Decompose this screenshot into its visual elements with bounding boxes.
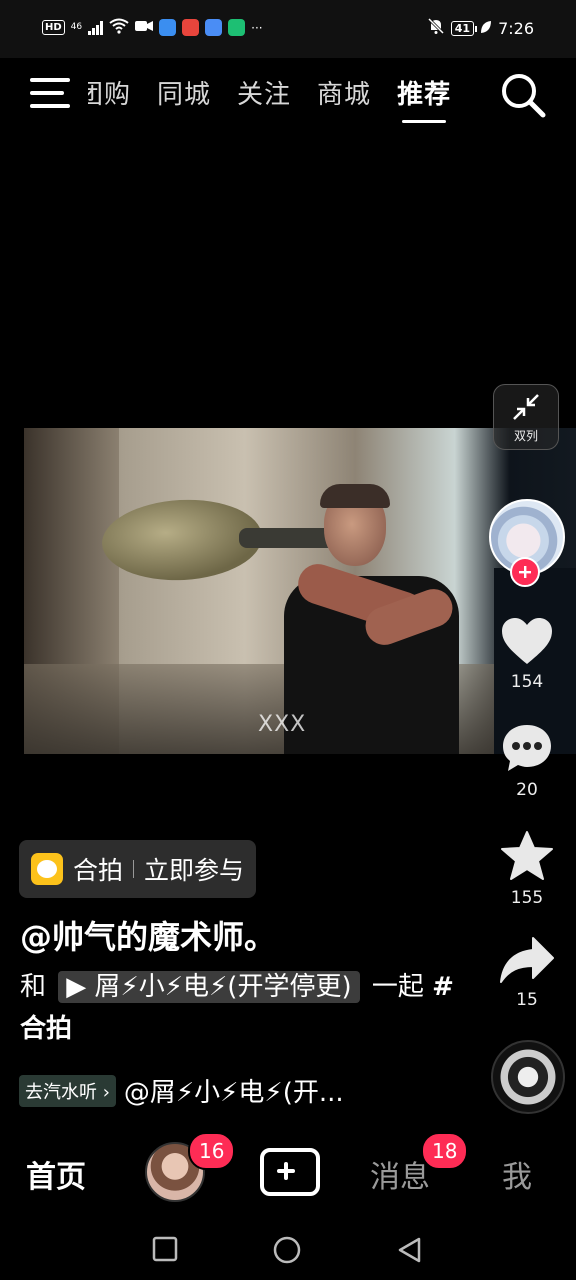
nav-me[interactable]: 我 [502, 1152, 532, 1196]
signal-icon [88, 20, 104, 35]
desc-prefix: 和 [20, 972, 47, 1002]
heart-icon [500, 618, 554, 670]
leaf-icon [480, 19, 492, 38]
listen-on-qishui-button[interactable]: 去汽水听 › [19, 1074, 116, 1107]
comment-count: 20 [516, 780, 538, 800]
author-name[interactable]: @帅气的魔术师。 [20, 912, 276, 958]
mute-bell-icon [427, 17, 445, 39]
menu-icon[interactable] [30, 78, 72, 110]
network-type: 46 [70, 22, 83, 32]
app-notification-icon [228, 19, 246, 36]
back-triangle-icon[interactable] [396, 1236, 422, 1268]
share-count: 15 [516, 990, 538, 1010]
top-tabs: 团购 同城 关注 商城 推荐 [88, 74, 451, 123]
video-description: 和 ▶ 屑⚡小⚡电⚡(开学停更) 一起 #合拍 [20, 966, 460, 1050]
video-player[interactable] [24, 428, 576, 754]
tab-group-buy[interactable]: 团购 [88, 74, 131, 111]
nav-home[interactable]: 首页 [26, 1152, 86, 1196]
music-disc-icon[interactable] [491, 1040, 565, 1114]
music-title[interactable]: @屑⚡小⚡电⚡(开... [124, 1072, 344, 1109]
wifi-icon [109, 18, 129, 37]
duet-icon [31, 853, 63, 885]
status-right-icons: 41 7:26 [427, 17, 534, 39]
more-notifications-icon: ··· [251, 20, 263, 35]
music-row: 去汽水听 › @屑⚡小⚡电⚡(开... [19, 1072, 344, 1109]
like-button[interactable]: 154 [487, 616, 567, 692]
home-circle-icon[interactable] [273, 1236, 301, 1268]
hd-icon: HD [42, 20, 65, 35]
messages-badge: 18 [421, 1132, 469, 1170]
share-arrow-icon [499, 937, 555, 988]
duet-join-action: 立即参与 [144, 856, 245, 885]
duet-chip[interactable]: 合拍 立即参与 [19, 840, 257, 898]
bottom-navigation: 首页 16 消息 18 我 [0, 1120, 576, 1220]
desc-middle: 一起 [371, 972, 424, 1002]
share-button[interactable]: 15 [487, 936, 567, 1010]
video-call-icon [135, 19, 154, 36]
system-navigation-bar [0, 1220, 576, 1280]
app-notification-icon [205, 19, 223, 36]
listen-chip-label: 去汽水听 [25, 1081, 97, 1103]
create-plus-icon[interactable] [260, 1148, 320, 1196]
double-column-label: 双列 [513, 429, 538, 443]
favorite-button[interactable]: 155 [487, 830, 567, 908]
status-left-icons: HD 46 ··· [42, 18, 263, 37]
battery-icon: 41 [450, 20, 478, 36]
search-icon[interactable] [500, 72, 552, 120]
follow-plus-icon[interactable] [510, 557, 540, 587]
friend-badge: 16 [188, 1132, 236, 1170]
duet-label: 合拍 [73, 856, 124, 885]
collapse-arrows-icon [512, 393, 540, 425]
clock-time: 7:26 [498, 18, 534, 38]
tab-nearby[interactable]: 同城 [157, 74, 211, 111]
nav-messages[interactable]: 消息 [370, 1152, 430, 1196]
app-notification-icon [182, 19, 200, 36]
comment-button[interactable]: 20 [487, 722, 567, 800]
divider [133, 860, 135, 878]
comment-bubble-icon [500, 725, 554, 778]
double-column-toggle-button[interactable]: 双列 [493, 384, 559, 450]
mention-chip[interactable]: ▶ 屑⚡小⚡电⚡(开学停更) [58, 971, 360, 1003]
tab-mall[interactable]: 商城 [317, 74, 371, 111]
recent-apps-icon[interactable] [152, 1236, 178, 1266]
star-icon [500, 831, 554, 886]
favorite-count: 155 [510, 888, 544, 908]
like-count: 154 [510, 672, 544, 692]
tab-following[interactable]: 关注 [237, 74, 291, 111]
video-watermark: XXX [258, 712, 307, 737]
app-notification-icon [159, 19, 177, 36]
tab-recommend[interactable]: 推荐 [397, 74, 451, 123]
